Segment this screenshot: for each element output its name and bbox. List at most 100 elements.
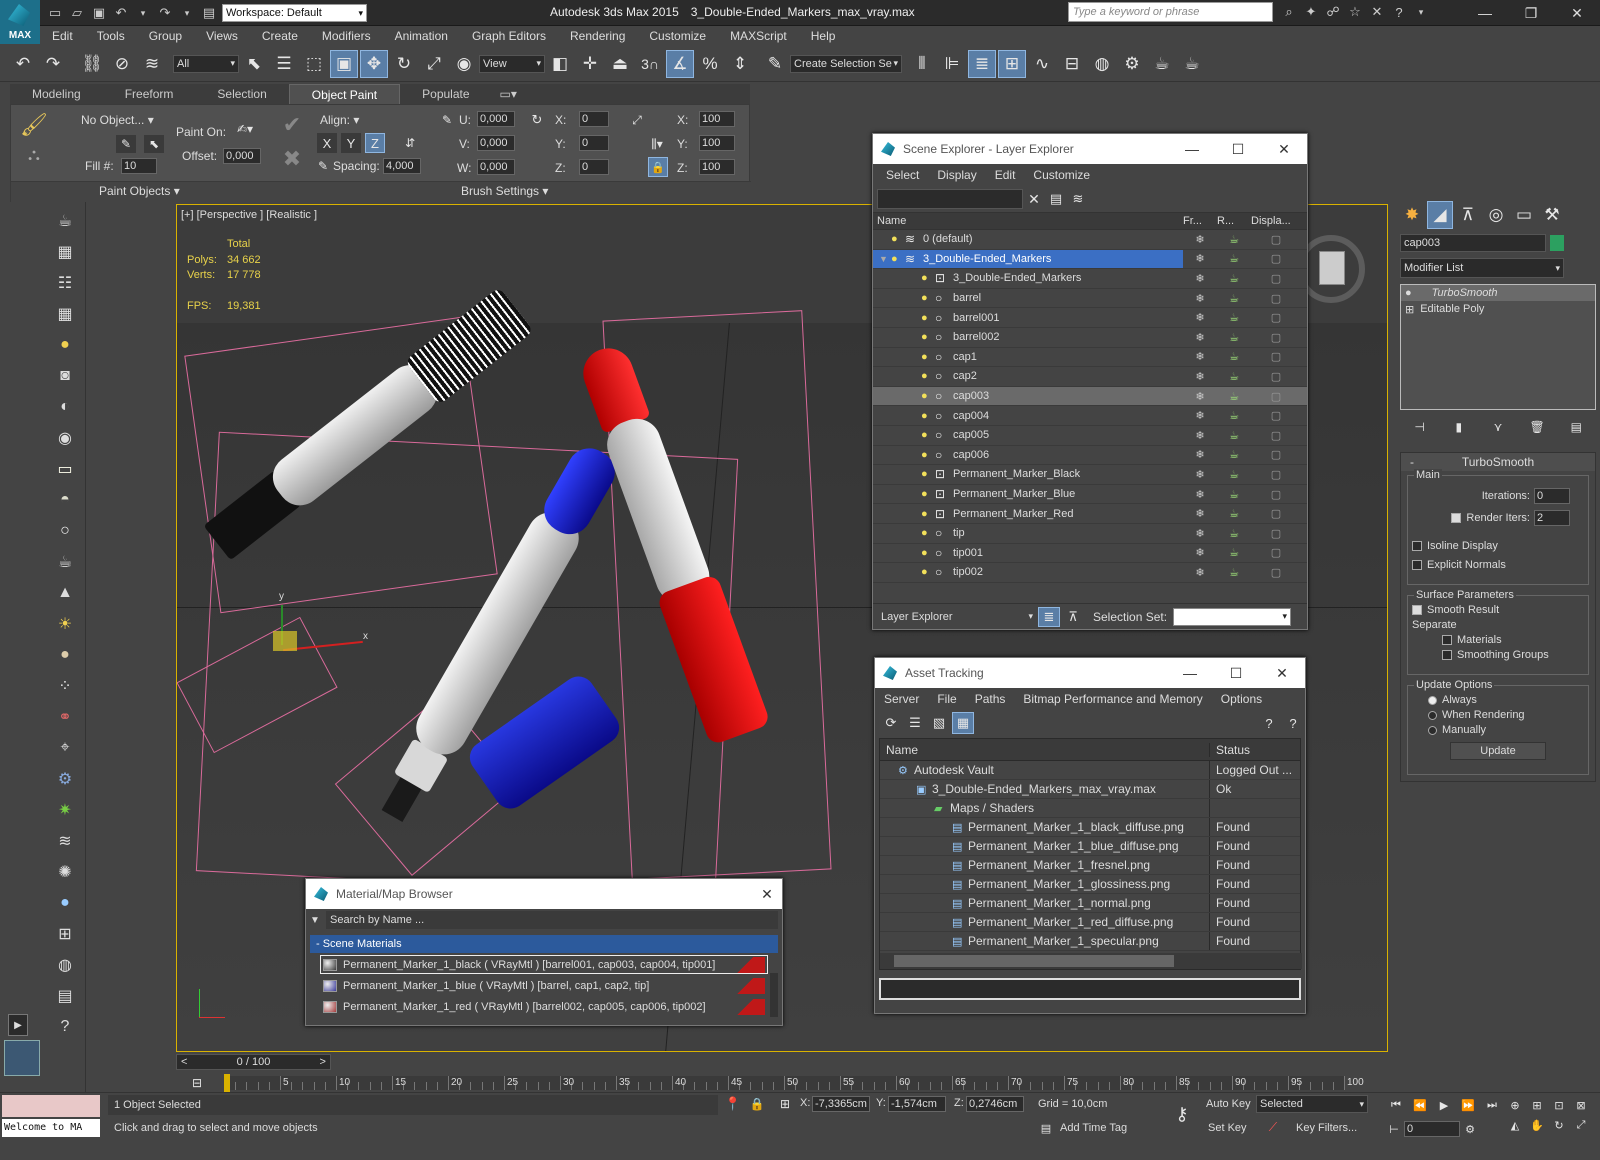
sphere-half-icon[interactable]: ◐ xyxy=(52,395,78,419)
render-icon[interactable]: ◍ xyxy=(52,953,78,977)
binoculars-icon[interactable]: ⌕ xyxy=(1280,3,1298,21)
pin-stack-icon[interactable]: ⊣ xyxy=(1410,413,1430,441)
renderable-teapot-icon[interactable]: ☕ xyxy=(1217,507,1251,520)
sphere-icon[interactable]: ○ xyxy=(52,519,78,543)
previous-frame-icon[interactable]: ⏪ xyxy=(1409,1095,1431,1115)
pan-icon[interactable]: ✋ xyxy=(1527,1115,1547,1135)
col-status[interactable]: Status xyxy=(1210,743,1250,757)
scene-row[interactable]: ● ○ cap005 ❄ ☕ ▢ xyxy=(873,426,1307,446)
render-iters-checkbox[interactable] xyxy=(1451,513,1462,523)
scale-icon[interactable]: ⤢ xyxy=(420,50,448,78)
scene-row[interactable]: ● ⊡ Permanent_Marker_Black ❄ ☕ ▢ xyxy=(873,465,1307,485)
freeze-icon[interactable]: ❄ xyxy=(1183,488,1217,501)
menu-server[interactable]: Server xyxy=(875,692,928,706)
scene-row[interactable]: ▼ ● ≋ 3_Double-Ended_Markers ❄ ☕ ▢ xyxy=(873,249,1307,270)
stack-item-editable-poly[interactable]: ⊞ Editable Poly xyxy=(1401,301,1595,317)
tab-modeling[interactable]: Modeling xyxy=(10,84,103,104)
cone-icon[interactable]: ▲ xyxy=(52,581,78,605)
when-rendering-radio[interactable] xyxy=(1428,710,1437,720)
display-box-icon[interactable]: ▢ xyxy=(1251,429,1301,442)
reference-coordinate-dropdown[interactable]: View ▾ xyxy=(479,54,545,73)
y-coord-input[interactable]: -1,574cm xyxy=(888,1096,946,1112)
rectangular-selection-icon[interactable]: ⬚ xyxy=(300,50,328,78)
save-icon[interactable]: ▣ xyxy=(90,4,108,22)
asset-path-field[interactable] xyxy=(879,978,1301,1000)
render-setup-icon[interactable]: ⚙ xyxy=(1118,50,1146,78)
open-file-icon[interactable]: ▱ xyxy=(68,4,86,22)
redo-icon[interactable]: ↷ xyxy=(39,50,67,78)
scale-x-input[interactable]: 100 xyxy=(699,111,735,127)
asset-row[interactable]: ▣ 3_Double-Ended_Markers_max_vray.max Ok xyxy=(880,780,1300,799)
select-brush-icon[interactable]: ⬉ xyxy=(144,135,164,153)
communication-icon[interactable]: ☍ xyxy=(1324,3,1342,21)
asset-row[interactable]: ⚙ Autodesk Vault Logged Out ... xyxy=(880,761,1300,780)
light-icon[interactable]: ● xyxy=(52,333,78,357)
asset-row[interactable]: ▤ Permanent_Marker_1_fresnel.png Found xyxy=(880,856,1300,875)
display-box-icon[interactable]: ▢ xyxy=(1251,409,1301,422)
menu-animation[interactable]: Animation xyxy=(383,29,460,43)
go-to-end-icon[interactable]: ⏭ xyxy=(1481,1095,1503,1115)
schematic-view-icon[interactable]: ⊟ xyxy=(1058,50,1086,78)
list-icon[interactable]: ☷ xyxy=(52,271,78,295)
zoom-all-icon[interactable]: ⊞ xyxy=(1527,1095,1547,1115)
auto-key-button[interactable]: Auto Key xyxy=(1206,1098,1251,1110)
menu-file[interactable]: File xyxy=(928,692,965,706)
teapot-wire-icon[interactable]: ☕ xyxy=(52,550,78,574)
help-icon[interactable]: ? xyxy=(52,1015,78,1039)
freeze-icon[interactable]: ❄ xyxy=(1183,311,1217,324)
uniform-scale-icon[interactable]: ⫼▾ xyxy=(644,133,670,155)
explorer-mode-dropdown[interactable]: Layer Explorer ▾ xyxy=(877,607,1037,626)
light-bulb-icon[interactable]: ● xyxy=(921,410,935,422)
subscription-icon[interactable]: ✦ xyxy=(1302,3,1320,21)
go-to-start-icon[interactable]: ⏮ xyxy=(1385,1095,1407,1115)
scene-explorer-titlebar[interactable]: Scene Explorer - Layer Explorer — ☐ ✕ xyxy=(873,134,1307,164)
paint-on-dropdown-icon[interactable]: ✍▾ xyxy=(230,119,260,139)
play-icon[interactable]: ▶ xyxy=(1433,1095,1455,1115)
select-link-icon[interactable]: ⛓ xyxy=(78,50,106,78)
menu-customize[interactable]: Customize xyxy=(637,29,718,43)
display-tab-icon[interactable]: ▭ xyxy=(1511,201,1537,229)
renderable-teapot-icon[interactable]: ☕ xyxy=(1217,468,1251,481)
x-coord-input[interactable]: -7,3365cm xyxy=(812,1096,870,1112)
material-row[interactable]: Permanent_Marker_1_black ( VRayMtl ) [ba… xyxy=(320,955,768,974)
scene-row[interactable]: ● ⊡ Permanent_Marker_Red ❄ ☕ ▢ xyxy=(873,504,1307,524)
fill-input[interactable]: 10 xyxy=(121,158,157,174)
image-icon[interactable]: ▦ xyxy=(52,240,78,264)
pick-object-icon[interactable]: ✎ xyxy=(116,135,136,153)
help-context-icon[interactable]: ? xyxy=(1282,709,1304,737)
hierarchy-icon[interactable]: ⊼ xyxy=(1062,607,1084,627)
v-input[interactable]: 0,000 xyxy=(477,135,515,151)
maximize-icon[interactable]: ☐ xyxy=(1213,665,1259,682)
material-browser-titlebar[interactable]: Material/Map Browser ✕ xyxy=(306,879,782,909)
z-coord-input[interactable]: 0,2746cm xyxy=(966,1096,1024,1112)
horizontal-scrollbar[interactable] xyxy=(880,953,1302,969)
freeze-icon[interactable]: ❄ xyxy=(1183,272,1217,285)
render-production-icon[interactable]: ☕ xyxy=(1178,50,1206,78)
window-crossing-icon[interactable]: ▣ xyxy=(330,49,358,78)
col-asset-name[interactable]: Name xyxy=(880,742,1210,757)
asset-row[interactable]: ▤ Permanent_Marker_1_normal.png Found xyxy=(880,894,1300,913)
asset-row[interactable]: ▤ Permanent_Marker_1_specular.png Found xyxy=(880,932,1300,951)
menu-display[interactable]: Display xyxy=(928,168,985,182)
col-display[interactable]: Displa... xyxy=(1251,215,1301,227)
offset-input[interactable]: 0,000 xyxy=(223,148,261,164)
menu-customize[interactable]: Customize xyxy=(1024,168,1099,182)
freeze-icon[interactable]: ❄ xyxy=(1183,252,1217,265)
align-icon[interactable]: ⊫ xyxy=(938,50,966,78)
asset-row[interactable]: ▤ Permanent_Marker_1_glossiness.png Found xyxy=(880,875,1300,894)
rotate-x-input[interactable]: 0 xyxy=(579,111,609,127)
bind-space-warp-icon[interactable]: ≋ xyxy=(138,50,166,78)
freeze-icon[interactable]: ❄ xyxy=(1183,566,1217,579)
set-key-button[interactable]: Set Key xyxy=(1208,1122,1247,1134)
gear-icon[interactable]: ⚙ xyxy=(52,767,78,791)
stack-item-turbosmooth[interactable]: ● TurboSmooth xyxy=(1401,285,1595,301)
rotate-icon[interactable]: ↻ xyxy=(390,50,418,78)
smooth-result-checkbox[interactable] xyxy=(1412,605,1422,615)
rotate-y-input[interactable]: 0 xyxy=(579,135,609,151)
undo-icon[interactable]: ↶ xyxy=(9,50,37,78)
manually-radio[interactable] xyxy=(1428,725,1437,735)
disc-icon[interactable]: ● xyxy=(52,643,78,667)
axis-z-button[interactable]: Z xyxy=(365,133,385,153)
always-radio[interactable] xyxy=(1428,695,1437,705)
display-box-icon[interactable]: ▢ xyxy=(1251,488,1301,501)
